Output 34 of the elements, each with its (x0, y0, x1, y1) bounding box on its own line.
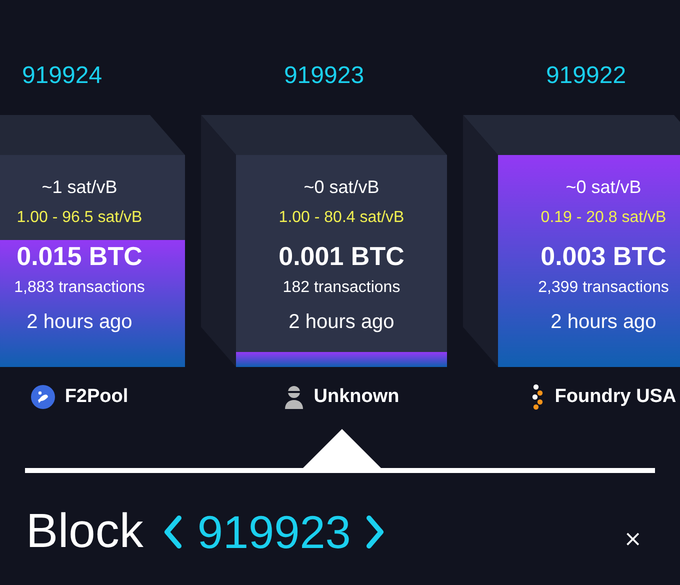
block-height: 919923 (197, 505, 351, 560)
block-height[interactable]: 919922 (546, 62, 626, 90)
fee-range: 1.00 - 96.5 sat/vB (16, 208, 142, 228)
median-fee: ~1 sat/vB (42, 176, 118, 198)
block-height[interactable]: 919924 (22, 62, 102, 90)
chevron-right-icon (364, 515, 385, 549)
previous-block-button[interactable] (163, 515, 184, 549)
block-reward: 0.015 BTC (16, 240, 142, 272)
fee-range: 1.00 - 80.4 sat/vB (278, 208, 404, 228)
block-height[interactable]: 919923 (284, 62, 364, 90)
pool-name[interactable]: F2Pool (64, 386, 128, 408)
block-time: 2 hours ago (550, 310, 656, 334)
transaction-count: 182 transactions (282, 278, 400, 298)
fee-range: 0.19 - 20.8 sat/vB (540, 208, 666, 228)
dots-logo-icon (530, 384, 545, 410)
transaction-count: 2,399 transactions (538, 278, 669, 298)
block-face[interactable]: ~1 sat/vB 1.00 - 96.5 sat/vB 0.015 BTC 1,883 transactions 2 hours ago (0, 155, 185, 367)
block-face[interactable]: ~0 sat/vB 0.19 - 20.8 sat/vB 0.003 BTC 2,399 transactions 2 hours ago (498, 155, 680, 367)
next-block-button[interactable] (364, 515, 385, 549)
block-reward: 0.001 BTC (278, 240, 404, 272)
block-label: Block (26, 504, 144, 560)
pool-name[interactable]: Unknown (314, 386, 400, 408)
block-time: 2 hours ago (288, 310, 394, 334)
median-fee: ~0 sat/vB (304, 176, 380, 198)
median-fee: ~0 sat/vB (566, 176, 642, 198)
person-icon (284, 384, 304, 410)
pool-name[interactable]: Foundry USA (554, 386, 676, 408)
transaction-count: 1,883 transactions (14, 278, 145, 298)
fish-logo-icon (30, 385, 55, 409)
block-reward: 0.003 BTC (540, 240, 666, 272)
close-button[interactable]: × (624, 526, 642, 552)
block-time: 2 hours ago (26, 310, 132, 334)
chevron-left-icon (163, 515, 184, 549)
block-face[interactable]: ~0 sat/vB 1.00 - 80.4 sat/vB 0.001 BTC 182 transactions 2 hours ago (236, 155, 447, 367)
